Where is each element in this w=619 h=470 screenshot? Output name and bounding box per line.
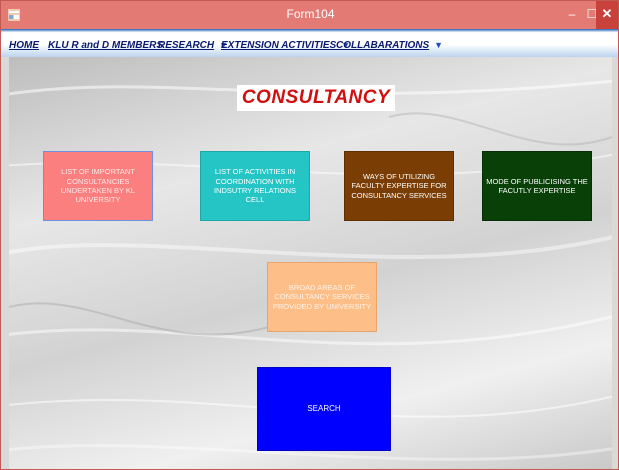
faculty-expertise-utilization-label: WAYS OF UTILIZING FACULTY EXPERTISE FOR … <box>351 171 447 200</box>
publicising-faculty-expertise-button[interactable]: MODE OF PUBLICISING THE FACUTLY EXPERTIS… <box>482 151 592 221</box>
menu-extension-activities[interactable]: EXTENSION ACTIVITIES ▼ <box>221 40 350 51</box>
important-consultancies-label: LIST OF IMPORTANT CONSULTANCIES UNDERTAK… <box>60 167 136 205</box>
consultancy-service-areas-button[interactable]: BROAD AREAS OF CONSULTANCY SERVICES PROV… <box>267 262 377 332</box>
page-title: CONSULTANCY <box>237 85 395 111</box>
menu-klu-rd-members-label: KLU R and D MEMBERS <box>48 40 163 51</box>
title-bar[interactable]: Form104 – ☐ ✕ <box>1 1 618 29</box>
consultancy-service-areas-label: BROAD AREAS OF CONSULTANCY SERVICES PROV… <box>272 282 372 311</box>
menu-home[interactable]: HOME <box>9 40 39 51</box>
menu-research-label: RESEARCH <box>158 40 215 51</box>
chevron-down-icon[interactable]: ▼ <box>434 40 443 50</box>
menu-collabarations-label: COLLABARATIONS <box>336 40 430 51</box>
menu-bar: HOME KLU R and D MEMBERS RESEARCH ▼ EXTEN… <box>1 29 618 57</box>
form-content: CONSULTANCY LIST OF IMPORTANT CONSULTANC… <box>9 57 612 469</box>
faculty-expertise-utilization-button[interactable]: WAYS OF UTILIZING FACULTY EXPERTISE FOR … <box>344 151 454 221</box>
menu-collabarations[interactable]: COLLABARATIONS ▼ <box>336 40 443 51</box>
search-button-label: SEARCH <box>307 404 341 413</box>
industry-relations-activities-button[interactable]: LIST OF ACTIVITIES IN COORDINATION WITH … <box>200 151 310 221</box>
menu-klu-rd-members[interactable]: KLU R and D MEMBERS <box>48 40 163 51</box>
window-title: Form104 <box>286 7 335 21</box>
industry-relations-activities-label: LIST OF ACTIVITIES IN COORDINATION WITH … <box>213 167 297 205</box>
menu-extension-activities-label: EXTENSION ACTIVITIES <box>221 40 337 51</box>
important-consultancies-button[interactable]: LIST OF IMPORTANT CONSULTANCIES UNDERTAK… <box>43 151 153 221</box>
form-window: Form104 – ☐ ✕ HOME KLU R and D MEMBERS R… <box>0 0 619 470</box>
close-button[interactable]: ✕ <box>596 1 618 29</box>
menu-home-label: HOME <box>9 40 39 51</box>
search-button[interactable]: SEARCH <box>257 367 391 451</box>
publicising-faculty-expertise-label: MODE OF PUBLICISING THE FACUTLY EXPERTIS… <box>486 176 588 195</box>
menu-research[interactable]: RESEARCH ▼ <box>158 40 228 51</box>
